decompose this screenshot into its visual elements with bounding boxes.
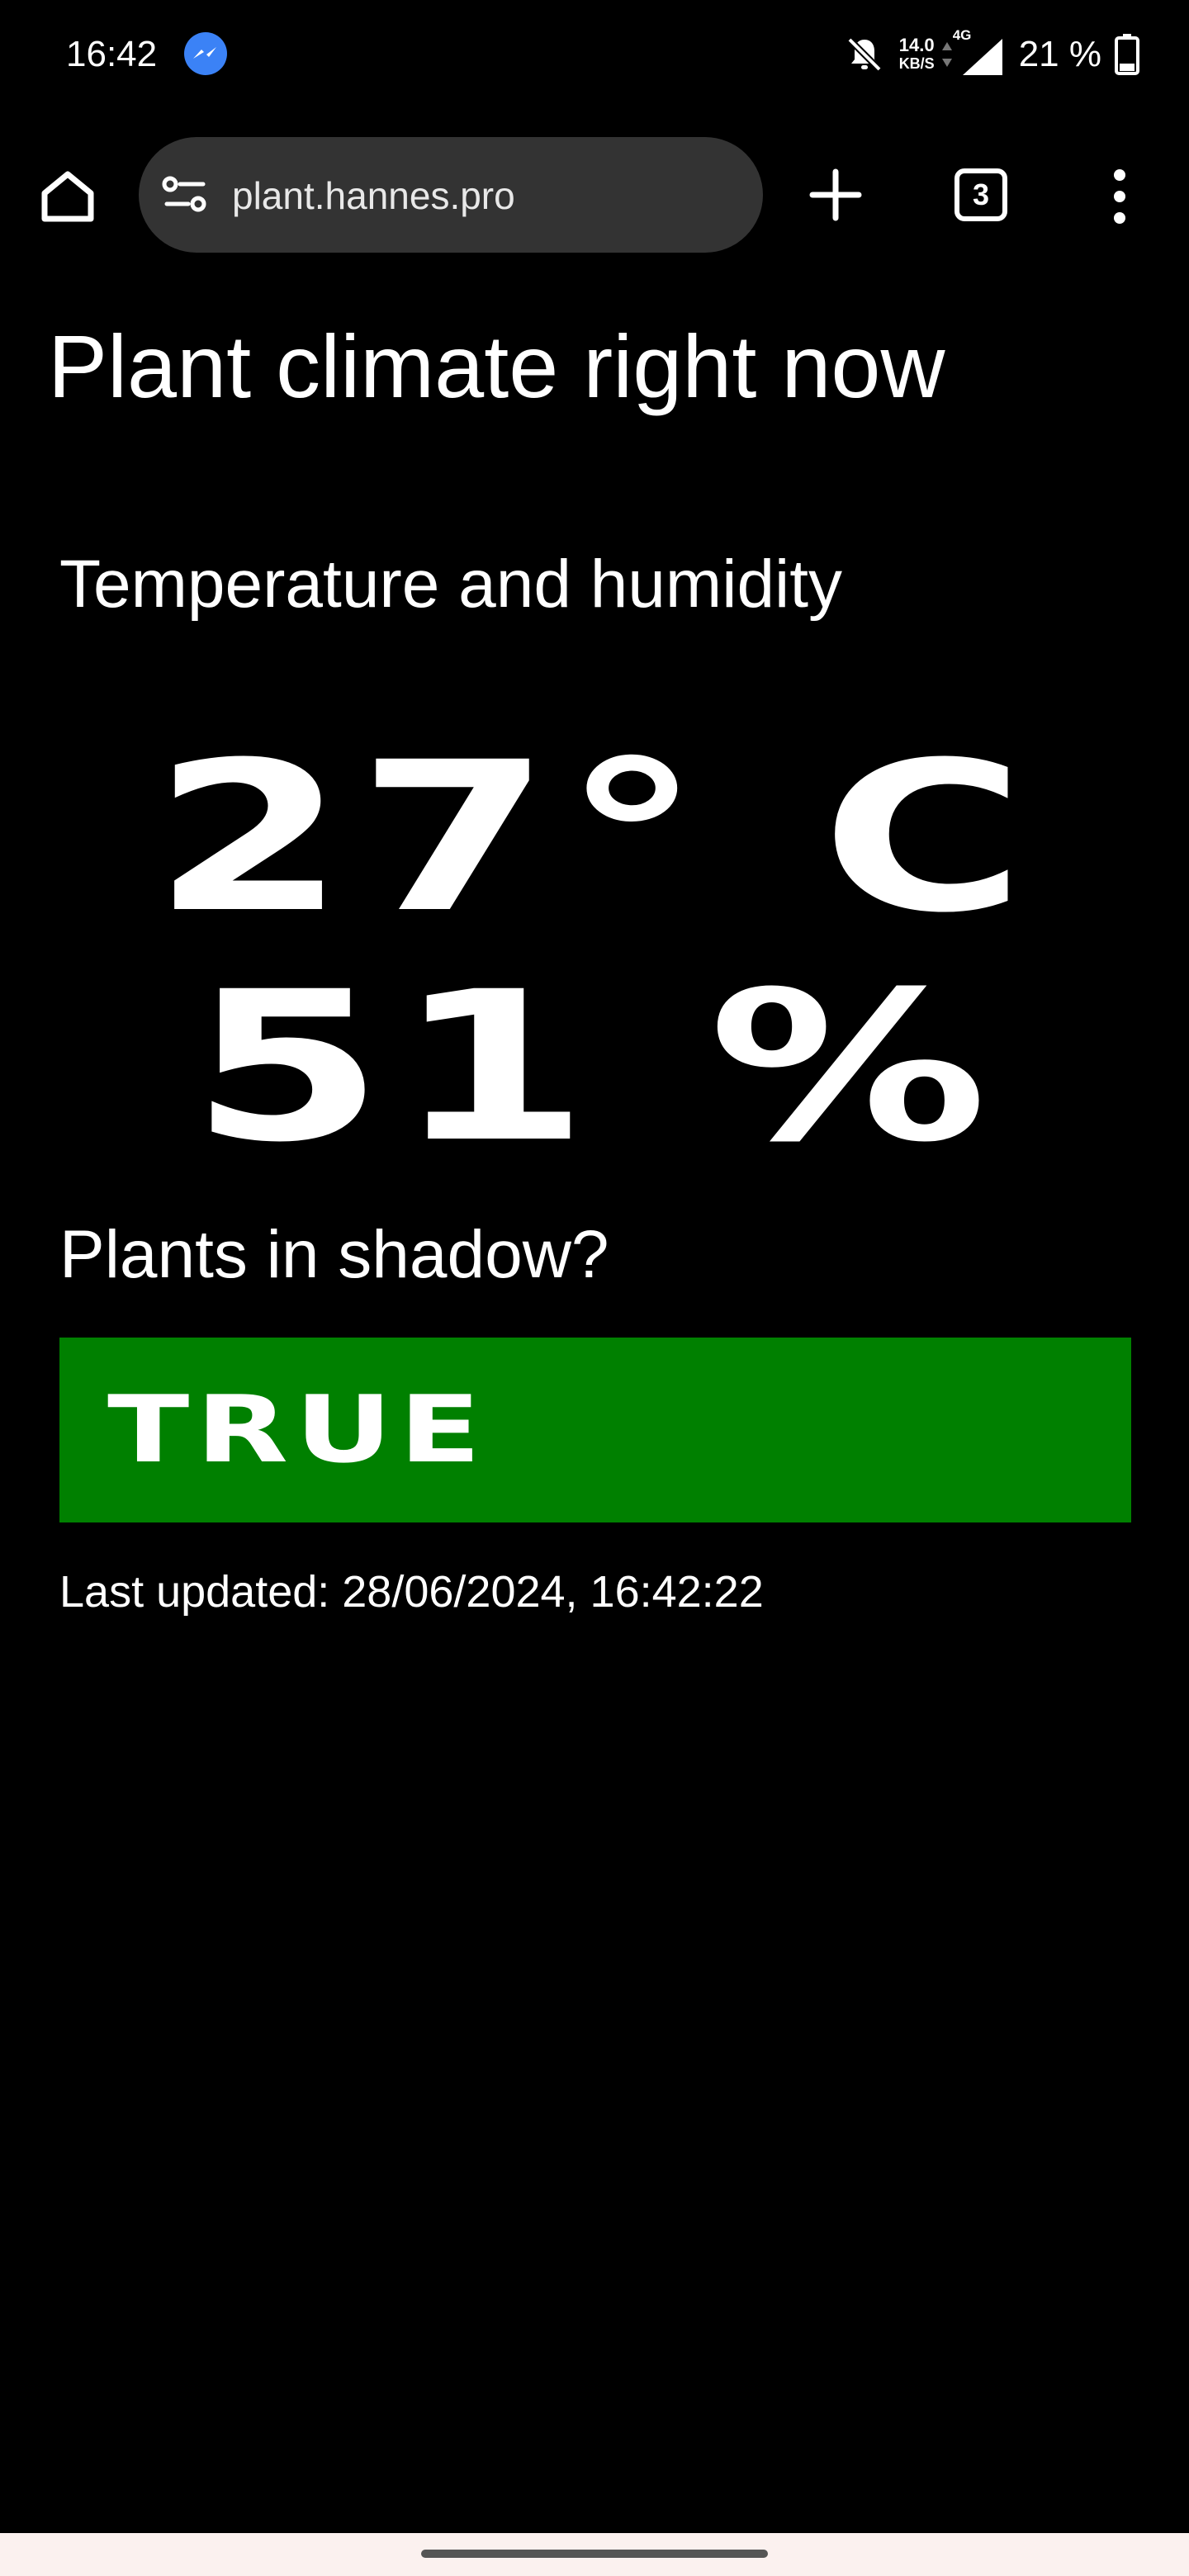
more-vert-icon[interactable] [1098,165,1141,228]
battery-percent: 21 % [1018,34,1101,74]
net-speed-value: 14.0 [898,35,935,55]
browser-toolbar: plant.hannes.pro 3 [0,135,1189,253]
gesture-nav-area [0,2533,1189,2576]
last-updated-text: Last updated: 28/06/2024, 16:42:22 [59,1567,764,1617]
network-speed: 14.0 KB/S [899,36,935,73]
plus-icon[interactable] [806,165,865,225]
shadow-status-bar: TRUE [59,1338,1131,1522]
page-title: Plant climate right now [48,316,945,416]
temperature-value: 27° C [152,717,1037,958]
status-bar: 16:42 14.0 KB/S 4G 21 % [0,0,1189,107]
humidity-value: 51 % [190,947,999,1187]
tab-count: 3 [972,178,990,211]
shadow-status-value: TRUE [107,1376,488,1484]
signal-icon [962,39,1002,75]
messenger-icon [184,32,227,75]
gesture-handle[interactable] [421,2550,768,2558]
temperature-humidity-heading: Temperature and humidity [59,547,843,622]
address-bar[interactable]: plant.hannes.pro [139,137,763,253]
battery-icon [1115,34,1139,75]
mobile-signal: 4G [953,27,1004,77]
data-arrows-icon [941,42,952,67]
status-time: 16:42 [66,34,158,74]
url-text: plant.hannes.pro [232,174,515,217]
tab-switcher-button[interactable]: 3 [955,168,1007,221]
shadow-heading: Plants in shadow? [59,1217,609,1292]
net-speed-unit: KB/S [898,55,935,72]
home-icon [41,171,94,222]
site-settings-icon[interactable] [162,173,208,216]
bell-off-icon [846,37,882,72]
home-button[interactable] [36,165,99,228]
